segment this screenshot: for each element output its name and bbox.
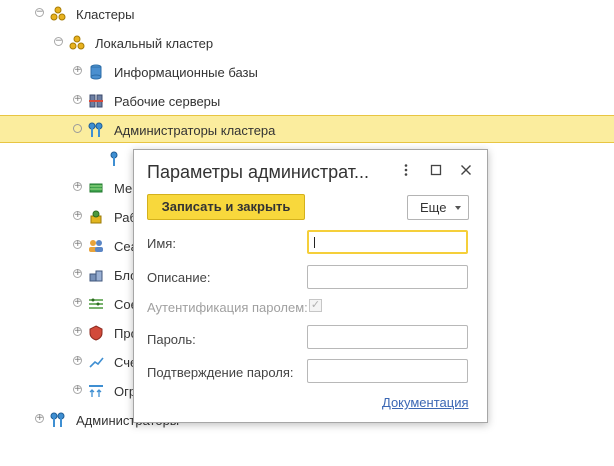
cluster-icon — [69, 35, 85, 50]
collapse-icon[interactable]: − — [54, 37, 63, 46]
documentation-link[interactable]: Документация — [382, 395, 469, 410]
confirm-password-input[interactable] — [307, 359, 468, 383]
password-label: Пароль: — [147, 332, 196, 347]
close-icon[interactable] — [458, 162, 474, 178]
connections-icon — [89, 298, 103, 309]
save-and-close-button[interactable]: Записать и закрыть — [147, 194, 305, 220]
password-auth-checkbox[interactable]: ✓ — [309, 299, 322, 312]
leaf-circle-icon — [73, 124, 82, 133]
server-icon — [89, 94, 103, 108]
database-icon — [90, 64, 102, 80]
description-input[interactable] — [307, 265, 468, 289]
maximize-icon[interactable] — [428, 162, 444, 178]
expand-icon[interactable]: + — [73, 211, 82, 220]
expand-icon[interactable]: + — [73, 269, 82, 278]
expand-icon[interactable]: + — [73, 240, 82, 249]
security-profile-icon — [89, 325, 103, 341]
more-vertical-icon[interactable] — [398, 162, 414, 178]
expand-icon[interactable]: + — [73, 95, 82, 104]
expand-icon[interactable]: + — [73, 385, 82, 394]
tree-item-local-cluster[interactable]: − Локальный кластер — [0, 29, 614, 57]
description-label: Описание: — [147, 270, 211, 285]
tree-item-infobases[interactable]: + Информационные базы — [0, 58, 614, 86]
tree-item-working-servers[interactable]: + Рабочие серверы — [0, 87, 614, 115]
expand-icon[interactable]: + — [73, 298, 82, 307]
tree-item-label: Кластеры — [76, 7, 135, 22]
locks-icon — [89, 270, 103, 282]
password-input[interactable] — [307, 325, 468, 349]
confirm-password-label: Подтверждение пароля: — [147, 365, 294, 380]
tree-item-label: Ме — [114, 181, 133, 196]
password-auth-label: Аутентификация паролем: — [147, 300, 308, 315]
admin-key-icon — [110, 151, 118, 166]
admin-key-icon — [88, 122, 103, 137]
admin-key-icon — [50, 412, 65, 427]
dialog-title: Параметры администрат... — [147, 162, 370, 182]
sessions-icon — [89, 240, 103, 252]
admin-parameters-dialog: Параметры администрат... Записать и закр… — [133, 149, 488, 423]
tree-item-cluster-admins[interactable]: Администраторы кластера — [0, 115, 614, 143]
collapse-icon[interactable]: − — [35, 8, 44, 17]
tree-item-clusters[interactable]: − Кластеры — [0, 0, 614, 28]
cluster-icon — [50, 6, 66, 21]
limits-icon — [89, 385, 103, 397]
expand-icon[interactable]: + — [73, 356, 82, 365]
manager-icon — [89, 183, 103, 193]
worker-process-icon — [90, 210, 102, 224]
more-button-label: Еще — [420, 200, 447, 215]
name-label: Имя: — [147, 236, 176, 251]
expand-icon[interactable]: + — [73, 182, 82, 191]
more-button[interactable]: Еще — [407, 195, 469, 220]
text-cursor — [314, 237, 315, 248]
name-input[interactable] — [307, 230, 468, 254]
tree-item-label: Локальный кластер — [95, 36, 214, 51]
expand-icon[interactable]: + — [73, 327, 82, 336]
expand-icon[interactable]: + — [35, 414, 44, 423]
counter-icon — [89, 357, 104, 368]
tree-item-label: Информационные базы — [114, 65, 258, 80]
tree-item-label: Рабочие серверы — [114, 94, 221, 109]
expand-icon[interactable]: + — [73, 66, 82, 75]
tree-item-label: Администраторы кластера — [114, 123, 276, 138]
dropdown-caret-icon — [455, 206, 461, 210]
